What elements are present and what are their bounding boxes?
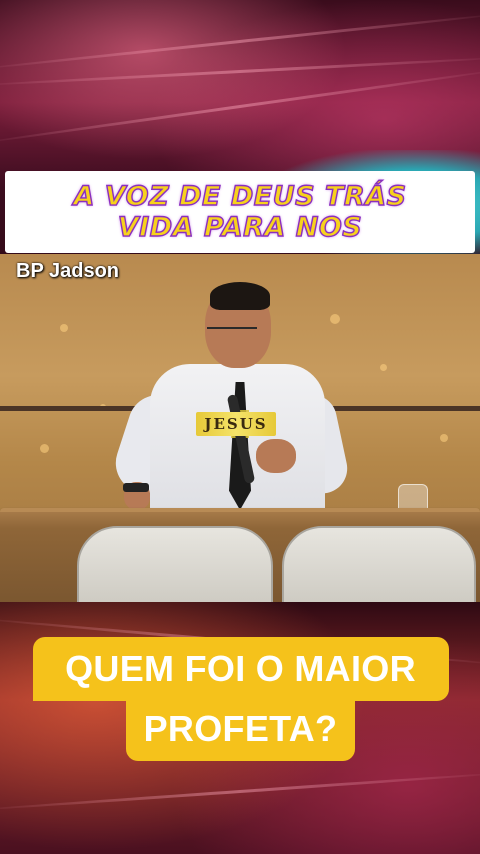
- bokeh-light: [380, 364, 387, 371]
- person-hair: [210, 282, 270, 310]
- caption: QUEM FOI O MAIOR PROFETA?: [32, 637, 449, 767]
- stone-tablet-right: [282, 526, 476, 602]
- video-frame[interactable]: JESUS BP Jadson: [0, 254, 480, 602]
- bokeh-light: [440, 434, 448, 442]
- page-title: A VOZ DE DEUS TRÁS VIDA PARA NOS: [73, 180, 407, 243]
- caption-line-1: QUEM FOI O MAIOR: [32, 637, 449, 701]
- wristwatch: [123, 483, 149, 492]
- bokeh-light: [330, 314, 340, 324]
- bokeh-light: [40, 444, 49, 453]
- title-card: A VOZ DE DEUS TRÁS VIDA PARA NOS: [5, 171, 475, 253]
- bokeh-light: [60, 324, 68, 332]
- caption-line-2: PROFETA?: [125, 697, 356, 761]
- glasses: [207, 327, 257, 338]
- jesus-pin: JESUS: [196, 412, 276, 436]
- person-hand: [256, 439, 296, 473]
- stone-tablet-left: [77, 526, 273, 602]
- speaker-label: BP Jadson: [16, 260, 119, 282]
